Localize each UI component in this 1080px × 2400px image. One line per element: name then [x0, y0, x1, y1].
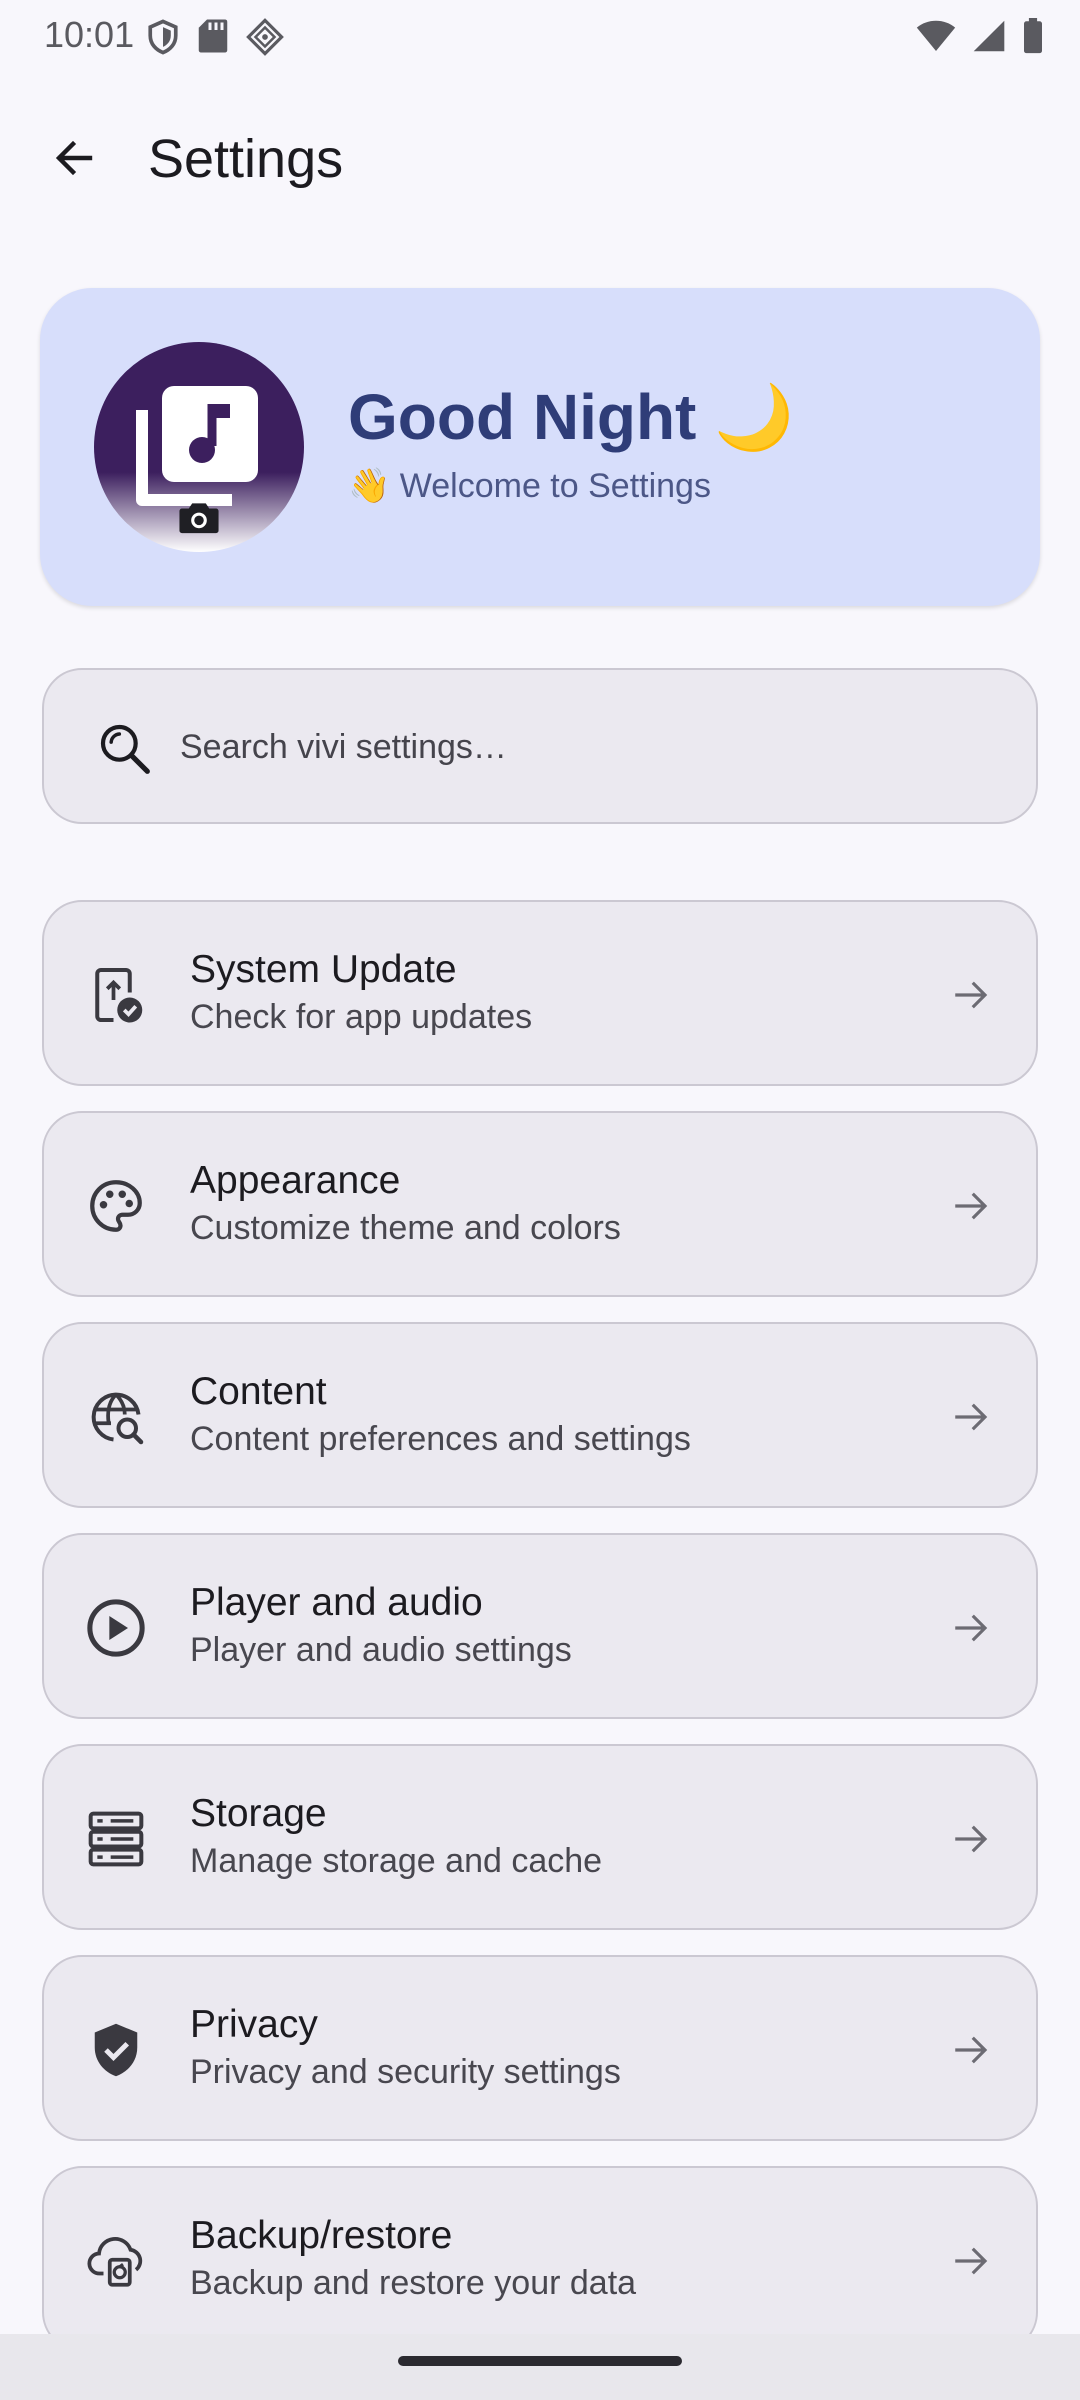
- gesture-handle[interactable]: [398, 2356, 682, 2366]
- item-subtitle: Backup and restore your data: [190, 2264, 637, 2302]
- arrow-forward-icon: [950, 974, 992, 1021]
- status-time: 10:01: [44, 14, 135, 55]
- greeting-subtitle: 👋 Welcome to Settings: [348, 467, 711, 505]
- arrow-forward-icon: [950, 1396, 992, 1443]
- item-title: Storage: [190, 1792, 327, 1835]
- wifi-icon: [916, 19, 956, 53]
- settings-item-player-audio[interactable]: Player and audio Player and audio settin…: [42, 1533, 1038, 1719]
- settings-list: System Update Check for app updates Appe…: [42, 900, 1038, 2377]
- status-bar: 10:01: [0, 0, 1080, 72]
- play-circle-icon: [84, 1596, 148, 1660]
- welcome-card: Good Night 🌙 👋 Welcome to Settings: [40, 288, 1040, 606]
- settings-item-appearance[interactable]: Appearance Customize theme and colors: [42, 1111, 1038, 1297]
- item-title: Privacy: [190, 2003, 318, 2046]
- cloud-backup-icon: [84, 2229, 148, 2293]
- arrow-forward-icon: [950, 2240, 992, 2287]
- settings-item-backup-restore[interactable]: Backup/restore Backup and restore your d…: [42, 2166, 1038, 2352]
- item-subtitle: Customize theme and colors: [190, 1209, 621, 1247]
- shield-icon: [146, 18, 180, 56]
- settings-item-system-update[interactable]: System Update Check for app updates: [42, 900, 1038, 1086]
- avatar[interactable]: [94, 342, 304, 552]
- vpn-diamond-icon: [246, 18, 284, 56]
- status-right-icons: [916, 18, 1044, 54]
- arrow-back-icon: [50, 134, 98, 187]
- item-subtitle: Player and audio settings: [190, 1631, 572, 1669]
- item-title: System Update: [190, 948, 457, 991]
- item-title: Player and audio: [190, 1581, 483, 1624]
- settings-item-content[interactable]: Content Content preferences and settings: [42, 1322, 1038, 1508]
- item-subtitle: Privacy and security settings: [190, 2053, 621, 2091]
- back-button[interactable]: [36, 122, 112, 198]
- item-title: Appearance: [190, 1159, 401, 1202]
- arrow-forward-icon: [950, 2029, 992, 2076]
- settings-item-privacy[interactable]: Privacy Privacy and security settings: [42, 1955, 1038, 2141]
- music-library-icon: [134, 380, 264, 513]
- search-icon: [96, 720, 152, 781]
- navigation-bar: [0, 2334, 1080, 2400]
- camera-icon[interactable]: [178, 500, 220, 539]
- item-title: Content: [190, 1370, 327, 1413]
- globe-search-icon: [84, 1385, 148, 1449]
- arrow-forward-icon: [950, 1185, 992, 1232]
- settings-item-storage[interactable]: Storage Manage storage and cache: [42, 1744, 1038, 1930]
- battery-icon: [1022, 18, 1044, 54]
- search-input[interactable]: [180, 714, 980, 780]
- item-subtitle: Manage storage and cache: [190, 1842, 603, 1880]
- system-update-icon: [84, 963, 148, 1027]
- search-bar[interactable]: [42, 668, 1038, 824]
- page-title: Settings: [148, 129, 344, 189]
- item-subtitle: Content preferences and settings: [190, 1420, 691, 1458]
- greeting-title: Good Night 🌙: [348, 381, 794, 453]
- arrow-forward-icon: [950, 1818, 992, 1865]
- storage-icon: [84, 1807, 148, 1871]
- status-left-icons: [146, 18, 284, 56]
- shield-check-icon: [84, 2018, 148, 2082]
- sd-card-icon: [198, 18, 228, 56]
- item-title: Backup/restore: [190, 2214, 453, 2257]
- app-bar: Settings: [0, 100, 1080, 216]
- palette-icon: [84, 1174, 148, 1238]
- arrow-forward-icon: [950, 1607, 992, 1654]
- item-subtitle: Check for app updates: [190, 998, 533, 1036]
- signal-icon: [972, 19, 1006, 53]
